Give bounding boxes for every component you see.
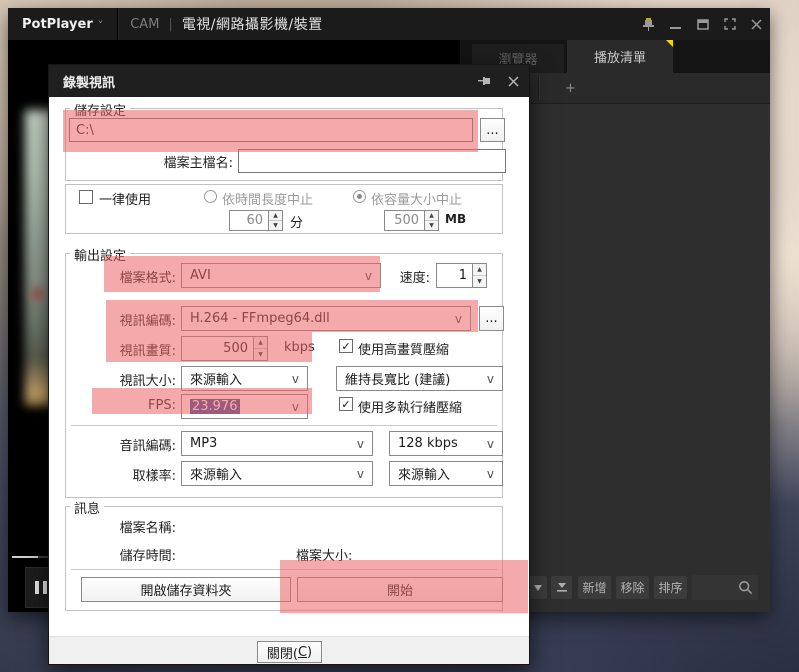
info-label: 訊息 [70, 498, 104, 517]
multithread-checkbox[interactable]: ✓ [339, 397, 353, 411]
titlebar-pipe: | [168, 17, 172, 32]
dropdown-arrow-icon: v [487, 467, 494, 481]
annotation-highlight-save-path [63, 110, 478, 152]
seek-bar-progress [12, 556, 38, 558]
dropdown-arrow-icon: v [357, 437, 364, 451]
dock-pin-icon[interactable] [473, 71, 497, 91]
speed-stepper[interactable]: ▲▼ [473, 263, 487, 288]
dialog-title: 錄製視訊 [63, 72, 115, 91]
always-use-label: 一律使用 [99, 189, 151, 208]
stop-time-stepper[interactable]: ▲▼ [269, 210, 283, 231]
stop-by-time-radio[interactable] [204, 190, 217, 203]
stop-size-unit: MB [445, 212, 466, 226]
minimize-button[interactable] [662, 13, 689, 35]
stop-by-size-label: 依容量大小中止 [371, 189, 462, 208]
output-separator [71, 425, 497, 426]
pin-on-top-icon[interactable] [635, 13, 662, 35]
dropdown-arrow-icon: v [487, 372, 494, 386]
add-button[interactable]: 新增 [578, 576, 611, 599]
abitrate-dropdown[interactable]: 128 kbps v [389, 431, 503, 456]
tab-playlist[interactable]: 播放清單 [567, 40, 673, 73]
aspect-dropdown[interactable]: 維持長寬比 (建議) v [336, 366, 503, 391]
playlist-menu-icon[interactable] [528, 576, 547, 599]
app-menu-button[interactable]: PotPlayer [22, 17, 93, 32]
screen: PotPlayer ˅ CAM | 電視/網路攝影機/裝置 [0, 0, 799, 672]
subtab-add[interactable]: + [539, 73, 602, 103]
dialog-body: 儲存設定 C:\ ... 檔案主檔名: ✓ 一律使用 依時間長度中止 60 ▲▼… [49, 97, 529, 636]
vsize-value: 來源輸入 [190, 369, 242, 388]
multithread-label: 使用多執行緒壓縮 [358, 397, 462, 416]
maximize-button[interactable] [689, 13, 716, 35]
stop-time-unit: 分 [290, 212, 303, 231]
hq-compress-checkbox[interactable]: ✓ [339, 339, 353, 353]
player-titlebar: PotPlayer ˅ CAM | 電視/網路攝影機/裝置 [8, 8, 770, 40]
source-label: CAM [130, 17, 159, 32]
close-dialog-button[interactable]: 關閉(C) [257, 641, 322, 663]
always-use-checkbox[interactable]: ✓ [79, 190, 93, 204]
stop-by-size-radio[interactable] [353, 190, 366, 203]
samplerate-label: 取樣率: [86, 465, 176, 484]
acodec-label: 音訊編碼: [86, 435, 176, 454]
info-savetime-label: 儲存時間: [76, 545, 176, 564]
tab-corner-marker [666, 40, 673, 47]
filename-label: 檔案主檔名: [89, 152, 233, 171]
acodec-value: MP3 [190, 436, 217, 451]
search-input[interactable] [692, 575, 758, 600]
close-label-suffix: ) [307, 645, 312, 660]
stop-by-time-label: 依時間長度中止 [222, 189, 313, 208]
close-label-key: C [298, 645, 307, 660]
search-icon [738, 580, 753, 595]
speed-label: 速度: [390, 267, 430, 286]
vsize-label: 視訊大小: [86, 370, 176, 389]
stop-size-value[interactable]: 500 [384, 210, 425, 231]
stop-time-value[interactable]: 60 [229, 210, 269, 231]
playlist-import-icon[interactable] [551, 576, 572, 599]
annotation-highlight-vquality [106, 332, 312, 362]
remove-button[interactable]: 移除 [616, 576, 649, 599]
annotation-highlight-start [280, 560, 528, 613]
open-folder-button[interactable]: 開啟儲存資料夾 [81, 577, 291, 602]
dialog-close-icon[interactable] [501, 71, 525, 91]
info-filename-label: 檔案名稱: [76, 517, 176, 536]
sort-button[interactable]: 排序 [654, 576, 687, 599]
dropdown-arrow-icon: v [292, 372, 299, 386]
fullscreen-button[interactable] [716, 13, 743, 35]
dropdown-arrow-icon: v [487, 437, 494, 451]
annotation-highlight-format [104, 256, 380, 292]
hq-compress-label: 使用高畫質壓縮 [358, 339, 449, 358]
close-label-prefix: 關閉( [267, 643, 298, 662]
dropdown-arrow-icon: v [357, 467, 364, 481]
samplerate2-value: 來源輸入 [398, 464, 450, 483]
stop-size-stepper[interactable]: ▲▼ [425, 210, 439, 231]
video-preview-detail [32, 288, 42, 300]
annotation-highlight-vcodec [106, 300, 478, 332]
close-button[interactable] [743, 13, 770, 35]
tab-playlist-label: 播放清單 [594, 47, 646, 66]
dialog-footer: 關閉(C) [49, 636, 529, 664]
dialog-titlebar: 錄製視訊 [49, 65, 529, 97]
browse-path-button[interactable]: ... [480, 118, 505, 142]
filename-input[interactable] [238, 149, 506, 173]
aspect-value: 維持長寬比 (建議) [345, 369, 450, 388]
window-title: 電視/網路攝影機/裝置 [182, 14, 323, 34]
annotation-highlight-fps [92, 388, 312, 414]
titlebar-divider [117, 8, 118, 40]
samplerate-dropdown[interactable]: 來源輸入 v [181, 461, 373, 486]
samplerate-value: 來源輸入 [190, 464, 242, 483]
chevron-down-icon: ˅ [98, 19, 104, 32]
acodec-dropdown[interactable]: MP3 v [181, 431, 373, 456]
vcodec-config-button[interactable]: ... [479, 306, 504, 331]
abitrate-value: 128 kbps [398, 436, 458, 451]
speed-value[interactable]: 1 [436, 263, 473, 288]
samplerate2-dropdown[interactable]: 來源輸入 v [389, 461, 503, 486]
